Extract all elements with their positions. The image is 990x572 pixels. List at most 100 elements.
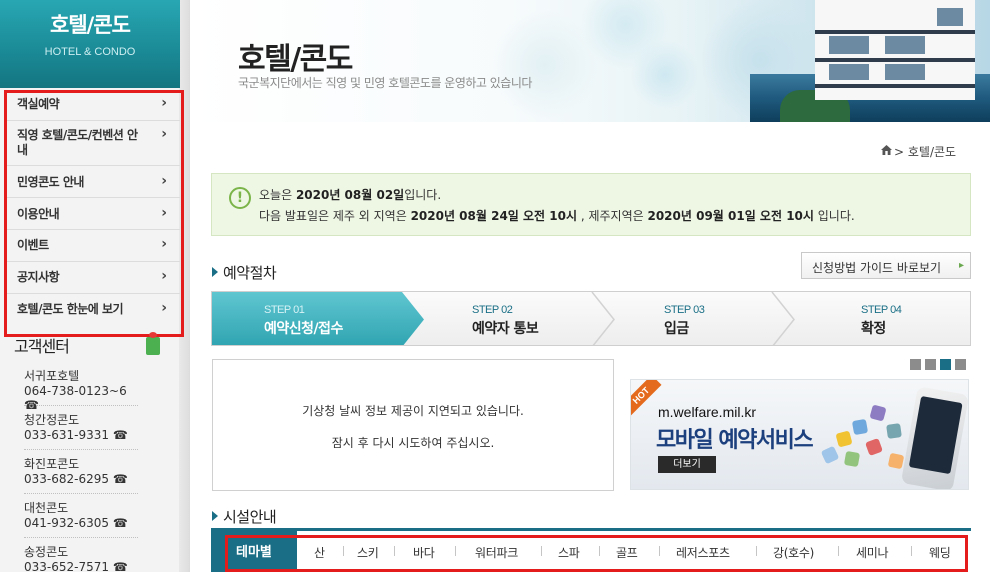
facility-tab-bar: 테마별 산 스키 바다 워터파크 스파 골프 레저스포츠 강(호수) 세미나 웨… (211, 528, 971, 572)
tab-sea[interactable]: 바다 (413, 544, 435, 561)
breadcrumb-current[interactable]: 호텔/콘도 (908, 145, 956, 159)
customer-center-entry: 화진포콘도 033-682-6295 ☎ (24, 455, 138, 494)
building-balcony (815, 58, 975, 62)
banner-dot-4[interactable] (955, 359, 966, 370)
guide-button-label: 신청방법 가이드 바로보기 (812, 261, 942, 275)
banner-dot-2[interactable] (925, 359, 936, 370)
notice-today-line: 오늘은 2020년 08월 02일입니다. (259, 186, 441, 203)
procedure-title-text: 예약절차 (223, 264, 277, 282)
facility-name: 청간정콘도 (24, 413, 80, 427)
notice-text: 오늘은 (259, 188, 296, 202)
sidebar-item-direct-hotels[interactable]: 직영 호텔/콘도/컨벤션 안내 › (4, 121, 180, 166)
sidebar-item-overview[interactable]: 호텔/콘도 한눈에 보기 › (4, 294, 180, 327)
step-label: 확정 (861, 321, 886, 337)
tab-separator (911, 546, 912, 556)
notice-next-line: 다음 발표일은 제주 외 지역은 2020년 08월 24일 오전 10시 , … (259, 207, 855, 224)
notice-text: 입니다. (404, 188, 442, 202)
sidebar-item-room-reservation[interactable]: 객실예약 › (4, 90, 180, 121)
more-button[interactable]: 더보기 (658, 456, 716, 473)
building-window (885, 36, 925, 54)
step-number: STEP 03 (664, 304, 705, 316)
tab-separator (343, 546, 344, 556)
smartphone-image (900, 386, 968, 489)
step-label: 예약자 통보 (472, 321, 539, 337)
breadcrumb-separator: > (894, 145, 905, 159)
facility-name: 서귀포호텔 (24, 369, 80, 383)
mobile-service-banner[interactable]: HOT m.welfare.mil.kr 모바일 예약서비스 더보기 (630, 379, 969, 490)
notice-text: , 제주지역은 (577, 209, 648, 223)
weather-widget: 기상청 날씨 정보 제공이 지연되고 있습니다. 잠시 후 다시 시도하여 주십… (212, 359, 614, 491)
notice-next-date-jeju: 2020년 09월 01일 오전 10시 (647, 209, 814, 223)
chevron-right-icon: › (161, 95, 167, 111)
app-icon (887, 452, 905, 470)
step-label: 예약신청/접수 (264, 321, 343, 337)
tab-theme[interactable]: 테마별 (211, 531, 297, 572)
sidebar-header: 호텔/콘도 HOTEL & CONDO (0, 0, 180, 88)
sidebar-edge (179, 0, 189, 572)
sidebar-item-label: 객실예약 (17, 97, 60, 111)
tab-spa[interactable]: 스파 (558, 544, 580, 561)
sidebar-item-usage-guide[interactable]: 이용안내 › (4, 198, 180, 230)
tab-waterpark[interactable]: 워터파크 (475, 544, 518, 561)
banner-dot-3[interactable] (940, 359, 951, 370)
mobile-site-url: m.welfare.mil.kr (658, 404, 757, 420)
sidebar-menu: 객실예약 › 직영 호텔/콘도/컨벤션 안내 › 민영콘도 안내 › 이용안내 … (4, 90, 180, 327)
step-label: 입금 (664, 321, 689, 337)
tab-golf[interactable]: 골프 (616, 544, 638, 561)
notice-text: 입니다. (813, 209, 855, 223)
tab-separator (541, 546, 542, 556)
step-number: STEP 02 (472, 304, 513, 316)
weather-message-line1: 기상청 날씨 정보 제공이 지연되고 있습니다. (302, 404, 524, 418)
customer-center-entry: 대천콘도 041-932-6305 ☎ (24, 499, 138, 538)
app-icon (843, 450, 861, 468)
chevron-right-icon: › (161, 300, 167, 316)
sidebar-item-label: 이용안내 (17, 207, 60, 221)
facility-phone: 033-652-7571 ☎ (24, 560, 128, 572)
page-subtitle: 국군복지단에서는 직영 및 민영 호텔콘도를 운영하고 있습니다 (238, 76, 532, 90)
facility-name: 송정콘도 (24, 545, 69, 559)
facilities-title-text: 시설안내 (223, 508, 277, 526)
sidebar-item-events[interactable]: 이벤트 › (4, 230, 180, 262)
reservation-steps: STEP 01 예약신청/접수 STEP 02 예약자 통보 STEP 03 입… (211, 291, 971, 346)
sidebar-title: 호텔/콘도 (50, 13, 131, 37)
sidebar-item-label: 호텔/콘도 한눈에 보기 (17, 302, 124, 316)
tab-theme-label: 테마별 (236, 545, 272, 560)
facilities-section-title: 시설안내 (212, 506, 277, 527)
tab-separator (838, 546, 839, 556)
banner-decoration (630, 40, 700, 110)
section-bullet-icon (212, 267, 218, 277)
chevron-right-icon: › (161, 268, 167, 284)
procedure-section-title: 예약절차 (212, 262, 277, 283)
building-window (829, 36, 869, 54)
step-number: STEP 01 (264, 304, 305, 316)
notice-today-date: 2020년 08월 02일 (295, 188, 405, 202)
tab-separator (455, 546, 456, 556)
sidebar-item-label: 공지사항 (17, 270, 60, 284)
tab-wedding[interactable]: 웨딩 (929, 544, 951, 561)
tab-mountain[interactable]: 산 (314, 544, 325, 561)
guide-shortcut-button[interactable]: 신청방법 가이드 바로보기 ▸ (801, 252, 971, 279)
facility-phone: 033-631-9331 ☎ (24, 428, 128, 442)
sidebar-item-private-condos[interactable]: 민영콘도 안내 › (4, 166, 180, 198)
facility-phone: 041-932-6305 ☎ (24, 516, 128, 530)
app-icon (865, 438, 883, 456)
announcement-notice: ! 오늘은 2020년 08월 02일입니다. 다음 발표일은 제주 외 지역은… (211, 173, 971, 236)
app-icon (851, 418, 869, 436)
app-icon (820, 445, 840, 465)
hot-badge: HOT (631, 380, 662, 416)
sidebar-item-label: 민영콘도 안내 (17, 175, 84, 189)
tab-seminar[interactable]: 세미나 (856, 544, 889, 561)
page-title: 호텔/콘도 (238, 42, 353, 77)
tab-ski[interactable]: 스키 (357, 544, 379, 561)
banner-dot-1[interactable] (910, 359, 921, 370)
building-balcony (815, 30, 975, 34)
chevron-right-icon: › (161, 205, 167, 221)
sidebar-item-notices[interactable]: 공지사항 › (4, 262, 180, 294)
tab-separator (394, 546, 395, 556)
building-window (885, 64, 925, 80)
tab-leisure-sports[interactable]: 레저스포츠 (676, 544, 730, 561)
customer-center-entry: 서귀포호텔 064-738-0123~6 ☎ (24, 367, 138, 412)
page-banner: 호텔/콘도 국군복지단에서는 직영 및 민영 호텔콘도를 운영하고 있습니다 (190, 0, 990, 122)
step-4: STEP 04 확정 (774, 292, 970, 345)
tab-river-lake[interactable]: 강(호수) (773, 544, 814, 561)
